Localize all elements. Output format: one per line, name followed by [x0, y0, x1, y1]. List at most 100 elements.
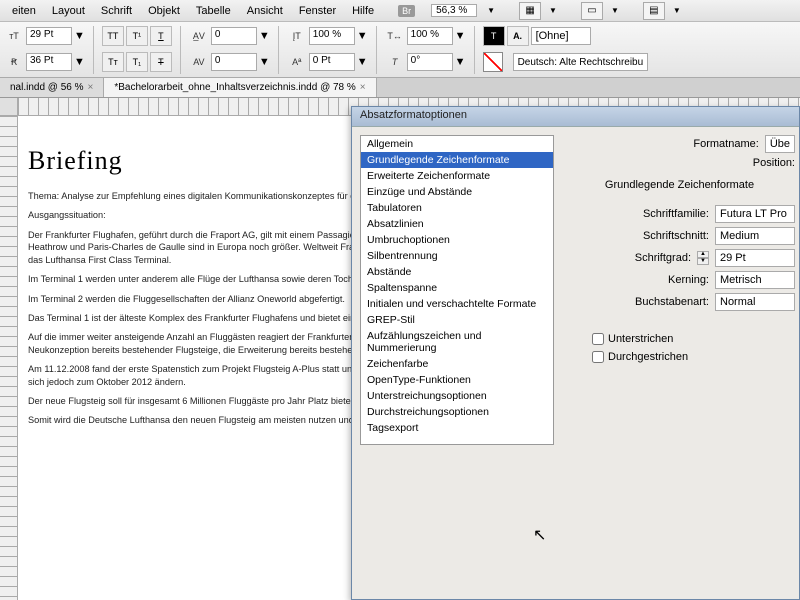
category-item[interactable]: Zeichenfarbe — [361, 356, 553, 372]
category-item[interactable]: Umbruchoptionen — [361, 232, 553, 248]
category-item[interactable]: Spaltenspanne — [361, 280, 553, 296]
tracking-input[interactable]: 0 — [211, 53, 257, 71]
formatname-label: Formatname: — [693, 138, 758, 150]
category-item[interactable]: Allgemein — [361, 136, 553, 152]
bridge-icon[interactable]: Br — [398, 5, 415, 17]
chevron-down-icon[interactable]: ▼ — [74, 56, 85, 68]
checkbox-icon[interactable] — [592, 333, 604, 345]
menu-item[interactable]: Fenster — [291, 5, 344, 17]
chevron-down-icon[interactable]: ▼ — [541, 6, 565, 15]
chevron-down-icon[interactable]: ▼ — [357, 56, 368, 68]
category-item[interactable]: Tabulatoren — [361, 200, 553, 216]
category-item[interactable]: Durchstreichungsoptionen — [361, 404, 553, 420]
category-item[interactable]: Unterstreichungsoptionen — [361, 388, 553, 404]
category-item[interactable]: GREP-Stil — [361, 312, 553, 328]
menu-item[interactable]: Ansicht — [239, 5, 291, 17]
subscript-button[interactable]: T₁ — [126, 52, 148, 72]
char-style-a-icon[interactable]: A. — [507, 26, 529, 46]
kerning-input[interactable]: 0 — [211, 27, 257, 45]
smallcaps-button[interactable]: Tᴛ — [102, 52, 124, 72]
close-icon[interactable]: × — [88, 82, 94, 93]
font-family-dropdown[interactable]: Futura LT Pro — [715, 205, 795, 223]
zoom-input[interactable]: 56,3 % — [431, 4, 477, 17]
font-size-dropdown[interactable]: 29 Pt — [715, 249, 795, 267]
menu-item[interactable]: Schrift — [93, 5, 140, 17]
chevron-down-icon[interactable]: ▼ — [455, 56, 466, 68]
superscript-button[interactable]: T¹ — [126, 26, 148, 46]
category-item[interactable]: Initialen und verschachtelte Formate — [361, 296, 553, 312]
category-list[interactable]: AllgemeinGrundlegende ZeichenformateErwe… — [360, 135, 554, 445]
chevron-down-icon[interactable]: ▼ — [259, 56, 270, 68]
category-item[interactable]: Grundlegende Zeichenformate — [361, 152, 553, 168]
skew-icon: T — [385, 52, 405, 72]
section-title: Grundlegende Zeichenformate — [564, 179, 795, 191]
category-item[interactable]: OpenType-Funktionen — [361, 372, 553, 388]
zoom-level[interactable]: 56,3 % ▼ — [431, 4, 503, 17]
hscale-icon: T↔ — [385, 26, 405, 46]
menu-item[interactable]: Layout — [44, 5, 93, 17]
chevron-down-icon[interactable]: ▼ — [455, 30, 466, 42]
document-tab[interactable]: nal.indd @ 56 % × — [0, 78, 104, 97]
case-dropdown[interactable]: Normal — [715, 293, 795, 311]
category-item[interactable]: Erweiterte Zeichenformate — [361, 168, 553, 184]
menu-item[interactable]: eiten — [4, 5, 44, 17]
category-item[interactable]: Aufzählungszeichen und Nummerierung — [361, 328, 553, 356]
category-item[interactable]: Tagsexport — [361, 420, 553, 436]
kerning-icon: A̲V — [189, 26, 209, 46]
char-style-value: [Ohne] — [536, 30, 569, 42]
paragraph-style-options-dialog: Absatzformatoptionen AllgemeinGrundlegen… — [351, 106, 800, 600]
category-item[interactable]: Abstände — [361, 264, 553, 280]
vertical-ruler[interactable] — [0, 116, 18, 600]
menu-item[interactable]: Objekt — [140, 5, 188, 17]
underline-checkbox[interactable]: Unterstrichen — [592, 333, 795, 345]
size-stepper[interactable]: ▲▼ — [697, 251, 709, 265]
allcaps-button[interactable]: TT — [102, 26, 124, 46]
close-icon[interactable]: × — [360, 82, 366, 93]
chevron-down-icon[interactable]: ▼ — [479, 6, 503, 15]
tab-label: *Bachelorarbeit_ohne_Inhaltsverzeichnis.… — [114, 82, 355, 93]
font-family-label: Schriftfamilie: — [643, 208, 709, 220]
char-style-dropdown[interactable]: [Ohne] — [531, 27, 591, 45]
fill-text-icon[interactable]: T — [483, 26, 505, 46]
leading-icon: Ꞧ — [4, 52, 24, 72]
document-tab[interactable]: *Bachelorarbeit_ohne_Inhaltsverzeichnis.… — [104, 78, 376, 97]
vscale-icon: ĮT — [287, 26, 307, 46]
screen-mode-icon[interactable]: ▭ — [581, 2, 603, 20]
chevron-down-icon[interactable]: ▼ — [665, 6, 689, 15]
kerning-dropdown[interactable]: Metrisch — [715, 271, 795, 289]
dialog-title: Absatzformatoptionen — [352, 107, 799, 127]
control-panel: тT 29 Pt ▼ Ꞧ 36 Pt ▼ TT T¹ T Tᴛ T₁ T A̲V… — [0, 22, 800, 78]
menu-bar: eiten Layout Schrift Objekt Tabelle Ansi… — [0, 0, 800, 22]
tracking-icon: AV — [189, 52, 209, 72]
menu-item[interactable]: Hilfe — [344, 5, 382, 17]
chevron-down-icon[interactable]: ▼ — [74, 30, 85, 42]
view-options-icon[interactable]: ▦ — [519, 2, 541, 20]
underline-button[interactable]: T — [150, 26, 172, 46]
vscale-input[interactable]: 100 % — [309, 27, 355, 45]
menu-item[interactable]: Tabelle — [188, 5, 239, 17]
tab-label: nal.indd @ 56 % — [10, 82, 84, 93]
ruler-origin[interactable] — [0, 98, 18, 116]
baseline-input[interactable]: 0 Pt — [309, 53, 355, 71]
language-dropdown[interactable]: Deutsch: Alte Rechtschreibu — [513, 53, 649, 71]
chevron-down-icon[interactable]: ▼ — [259, 30, 270, 42]
category-item[interactable]: Silbentrennung — [361, 248, 553, 264]
hscale-input[interactable]: 100 % — [407, 27, 453, 45]
category-item[interactable]: Absatzlinien — [361, 216, 553, 232]
font-style-label: Schriftschnitt: — [643, 230, 709, 242]
language-value: Deutsch: Alte Rechtschreibu — [518, 57, 644, 68]
position-label: Position: — [753, 157, 795, 169]
category-item[interactable]: Einzüge und Abstände — [361, 184, 553, 200]
arrange-icon[interactable]: ▤ — [643, 2, 665, 20]
chevron-down-icon[interactable]: ▼ — [357, 30, 368, 42]
skew-input[interactable]: 0° — [407, 53, 453, 71]
formatname-input[interactable]: Übe — [765, 135, 795, 153]
font-size-input[interactable]: 29 Pt — [26, 27, 72, 45]
strikethrough-button[interactable]: T — [150, 52, 172, 72]
none-swatch-icon[interactable] — [483, 52, 503, 72]
chevron-down-icon[interactable]: ▼ — [603, 6, 627, 15]
checkbox-icon[interactable] — [592, 351, 604, 363]
strikethrough-checkbox[interactable]: Durchgestrichen — [592, 351, 795, 363]
font-style-dropdown[interactable]: Medium — [715, 227, 795, 245]
leading-input[interactable]: 36 Pt — [26, 53, 72, 71]
